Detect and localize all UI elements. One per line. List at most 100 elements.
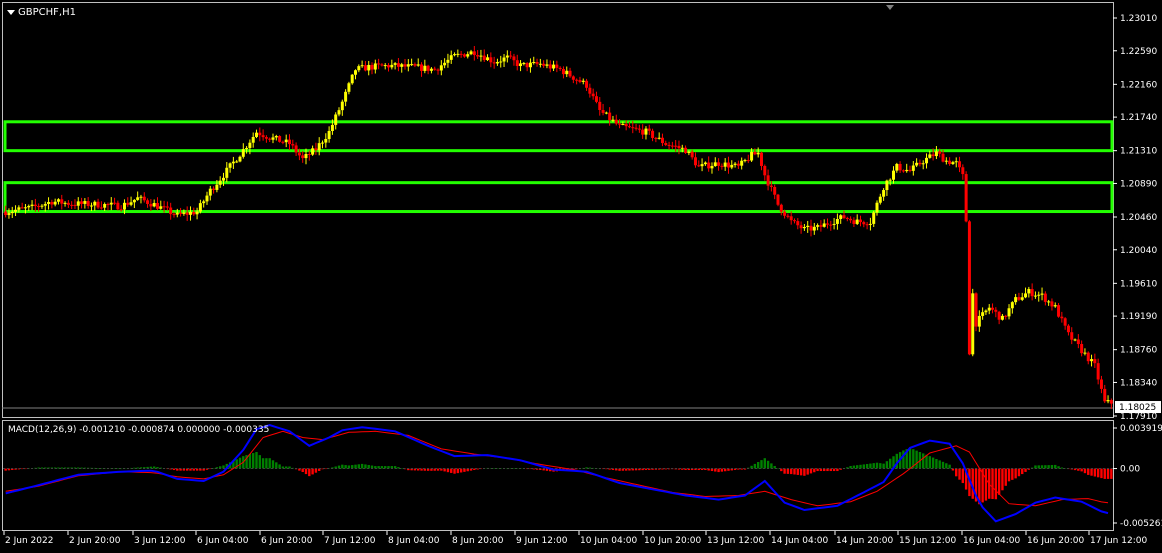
candle-body xyxy=(208,188,212,196)
macd-histogram-bar xyxy=(271,460,275,469)
candle xyxy=(56,198,60,205)
macd-histogram-bar xyxy=(813,468,816,473)
candle xyxy=(588,83,592,98)
candle-body xyxy=(825,223,829,225)
candle xyxy=(1086,351,1090,365)
macd-histogram-bar xyxy=(766,460,770,469)
candle xyxy=(344,89,348,107)
candle-body xyxy=(598,101,602,110)
candle-body xyxy=(911,165,915,171)
time-tick-label: 10 Jun 04:00 xyxy=(580,536,637,546)
candle xyxy=(971,288,975,357)
time-tick-label: 3 Jun 12:00 xyxy=(134,536,186,546)
candle-body xyxy=(47,202,51,204)
candle xyxy=(743,158,747,163)
candle-body xyxy=(254,132,258,137)
candle xyxy=(796,218,800,230)
candle-body xyxy=(317,143,321,151)
candle xyxy=(370,62,374,75)
candle xyxy=(862,220,866,228)
candle xyxy=(393,62,397,70)
macd-histogram-bar xyxy=(1050,465,1054,469)
candle xyxy=(614,114,618,126)
candle-body xyxy=(693,157,697,166)
candle xyxy=(291,139,295,150)
candle xyxy=(855,214,859,226)
price-tick-label: 1.20040 xyxy=(1120,246,1157,256)
candle-body xyxy=(872,212,876,224)
price-tick-label: 1.19610 xyxy=(1120,279,1157,289)
candle xyxy=(822,219,826,228)
candle-body xyxy=(139,196,143,198)
candle-body xyxy=(453,54,457,56)
candle xyxy=(987,304,991,315)
candle-body xyxy=(885,180,889,191)
candle-body xyxy=(340,101,344,111)
candle xyxy=(759,151,763,171)
candle-body xyxy=(568,70,572,77)
candle xyxy=(1073,338,1077,342)
candle xyxy=(812,222,816,235)
candle xyxy=(799,221,803,234)
candle-body xyxy=(915,162,919,166)
macd-histogram-bar xyxy=(1103,468,1106,479)
candle-body xyxy=(337,110,341,115)
candle-body xyxy=(281,141,285,143)
symbol-menu-arrow-icon[interactable] xyxy=(7,10,15,15)
candle xyxy=(482,49,486,62)
current-price-tag: 1.18025 xyxy=(1115,401,1161,414)
candle xyxy=(981,307,985,320)
candle-body xyxy=(816,225,820,227)
candle-body xyxy=(763,165,767,176)
candle-body xyxy=(525,63,529,68)
candle xyxy=(809,219,813,237)
candle-body xyxy=(783,211,787,216)
candle-body xyxy=(152,203,156,207)
candle xyxy=(958,156,962,173)
candle-body xyxy=(284,139,288,143)
candle xyxy=(73,199,77,209)
candle-body xyxy=(1024,293,1028,298)
candle-body xyxy=(10,211,14,214)
candle-body xyxy=(753,151,757,155)
macd-histogram-bar xyxy=(360,463,364,469)
candle xyxy=(713,157,717,167)
candle xyxy=(195,207,199,220)
candle xyxy=(703,161,707,166)
macd-histogram-bar xyxy=(1100,468,1103,479)
candle-body xyxy=(1014,297,1018,303)
candle-body xyxy=(954,161,958,163)
candle-body xyxy=(987,307,991,311)
candle-body xyxy=(502,57,506,62)
candle xyxy=(317,137,321,156)
macd-line xyxy=(5,424,1109,523)
candle-body xyxy=(321,142,325,144)
macd-histogram-bar xyxy=(456,468,460,474)
candle-body xyxy=(859,219,863,223)
candle-body xyxy=(301,155,305,159)
candle-body xyxy=(14,209,18,212)
candle xyxy=(443,58,447,69)
candle xyxy=(268,137,272,142)
candle-body xyxy=(631,127,635,129)
candle-body xyxy=(126,202,130,205)
candle-body xyxy=(928,154,932,158)
candle-body xyxy=(545,64,549,66)
candle xyxy=(934,146,938,160)
candle xyxy=(964,171,968,223)
candle xyxy=(1017,292,1021,302)
candle xyxy=(80,197,84,209)
macd-histogram-bar xyxy=(40,467,44,469)
candle xyxy=(509,50,513,59)
candle-body xyxy=(892,170,896,180)
candle xyxy=(294,142,298,157)
candle xyxy=(347,81,351,95)
candle-body xyxy=(466,54,470,57)
candle xyxy=(944,157,948,165)
candle xyxy=(109,197,113,211)
candle-body xyxy=(136,197,140,200)
candle xyxy=(459,50,463,58)
candle xyxy=(218,176,222,188)
candle xyxy=(892,166,896,184)
chart-symbol-title[interactable]: GBPCHF,H1 xyxy=(18,7,76,18)
